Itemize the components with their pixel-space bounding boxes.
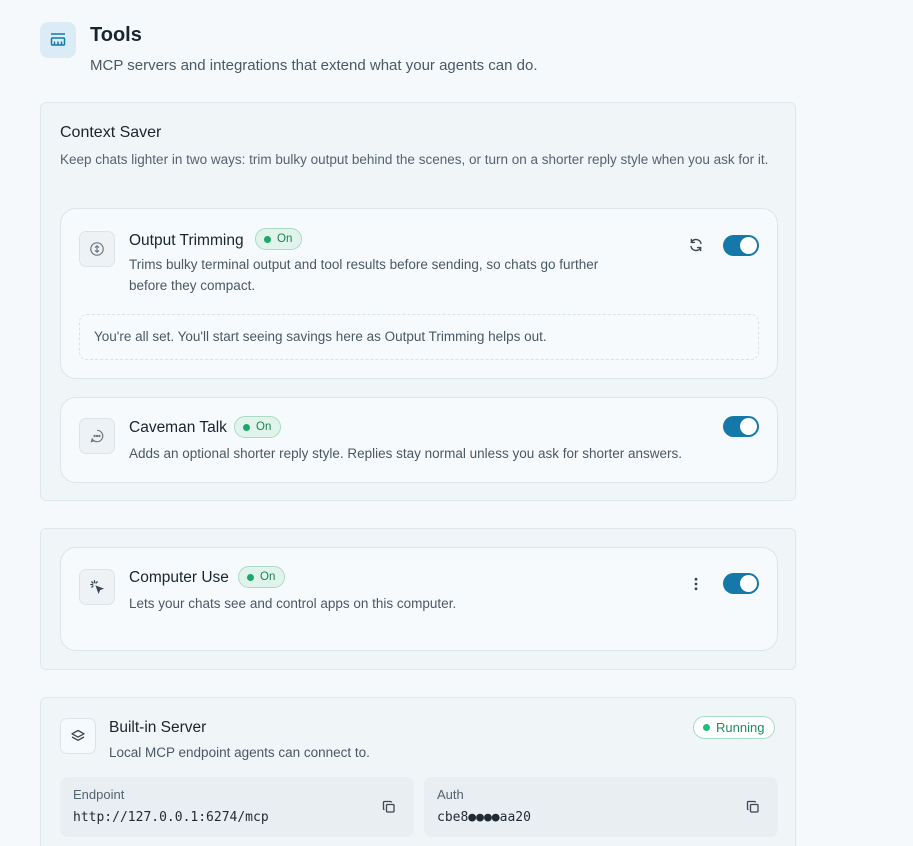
- builtin-server-description: Local MCP endpoint agents can connect to…: [109, 745, 370, 760]
- endpoint-value: http://127.0.0.1:6274/mcp: [73, 810, 269, 825]
- computer-use-section: Computer Use On Lets your chats see and …: [40, 528, 796, 670]
- status-dot: [264, 235, 271, 243]
- section-title: Context Saver: [60, 124, 162, 141]
- toggle-knob: [740, 237, 757, 254]
- compress-icon: [79, 231, 115, 267]
- caveman-talk-description: Adds an optional shorter reply style. Re…: [129, 446, 683, 461]
- chat-bubble-icon: [79, 418, 115, 454]
- running-status-badge: Running: [693, 716, 776, 739]
- status-badge: On: [234, 416, 282, 438]
- auth-value: cbe8●●●●aa20: [437, 810, 531, 825]
- status-badge-label: On: [260, 571, 276, 583]
- computer-use-card: Computer Use On Lets your chats see and …: [60, 547, 778, 651]
- status-badge-label: On: [277, 233, 293, 245]
- output-trimming-title: Output Trimming: [129, 232, 244, 249]
- endpoint-label: Endpoint: [73, 787, 125, 802]
- builtin-server-title: Built-in Server: [109, 719, 207, 736]
- refresh-button[interactable]: [684, 233, 708, 257]
- more-options-button[interactable]: [684, 572, 708, 596]
- context-saver-section: Context Saver Keep chats lighter in two …: [40, 102, 796, 501]
- computer-use-toggle[interactable]: [723, 573, 759, 594]
- output-trimming-card: Output Trimming On Trims bulky terminal …: [60, 208, 778, 379]
- caveman-talk-title: Caveman Talk: [129, 419, 227, 436]
- status-badge-label: On: [256, 421, 272, 433]
- caveman-talk-card: Caveman Talk On Adds an optional shorter…: [60, 397, 778, 483]
- copy-icon: [382, 800, 395, 813]
- endpoint-field: Endpoint http://127.0.0.1:6274/mcp: [60, 777, 414, 837]
- toolbox-icon: [40, 22, 76, 58]
- auth-label: Auth: [437, 787, 464, 802]
- status-dot: [703, 724, 710, 731]
- copy-icon: [746, 800, 759, 813]
- cursor-click-icon: [79, 569, 115, 605]
- status-badge: On: [238, 566, 286, 588]
- more-vertical-icon: [694, 577, 698, 591]
- section-description: Keep chats lighter in two ways: trim bul…: [60, 152, 769, 167]
- layers-icon: [60, 718, 96, 754]
- status-dot: [247, 573, 254, 581]
- copy-auth-button[interactable]: [744, 798, 762, 816]
- copy-endpoint-button[interactable]: [380, 798, 398, 816]
- output-trimming-toggle[interactable]: [723, 235, 759, 256]
- caveman-talk-toggle[interactable]: [723, 416, 759, 437]
- builtin-server-section: Built-in Server Local MCP endpoint agent…: [40, 697, 796, 846]
- computer-use-description: Lets your chats see and control apps on …: [129, 596, 457, 611]
- running-status-label: Running: [716, 720, 765, 735]
- status-badge: On: [255, 228, 303, 250]
- savings-notice: You're all set. You'll start seeing savi…: [79, 314, 759, 360]
- output-trimming-description: Trims bulky terminal output and tool res…: [129, 257, 599, 293]
- computer-use-title: Computer Use: [129, 569, 229, 586]
- page-header: Tools MCP servers and integrations that …: [40, 22, 796, 82]
- refresh-icon: [690, 238, 702, 252]
- status-dot: [243, 423, 250, 431]
- auth-field: Auth cbe8●●●●aa20: [424, 777, 778, 837]
- toggle-knob: [740, 575, 757, 592]
- toggle-knob: [740, 418, 757, 435]
- page-title: Tools: [90, 24, 142, 46]
- page-subtitle: MCP servers and integrations that extend…: [90, 57, 538, 74]
